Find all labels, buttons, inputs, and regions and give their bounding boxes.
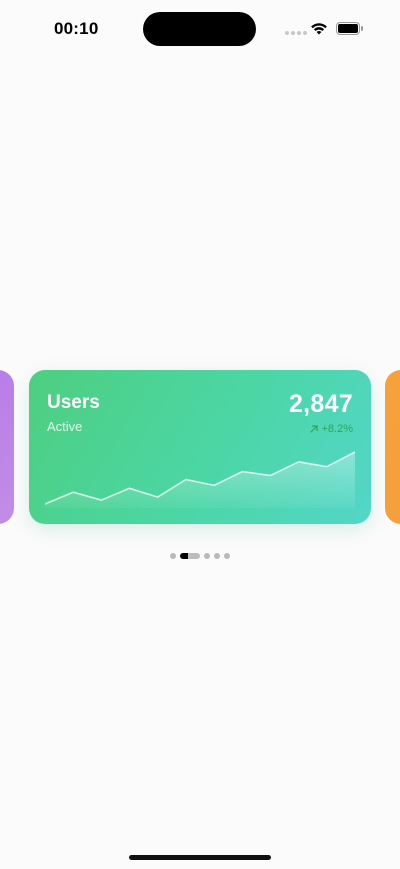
previous-card[interactable]	[0, 370, 14, 524]
wifi-icon	[311, 23, 327, 35]
page-dot[interactable]	[224, 553, 230, 559]
next-card[interactable]	[385, 370, 400, 524]
card-value: 2,847	[288, 390, 353, 418]
screen: 00:10 Users Active 2,847 +8.2%	[0, 0, 400, 869]
home-indicator[interactable]	[129, 855, 271, 860]
change-value: +8.2%	[321, 423, 354, 435]
arrow-up-right-icon	[309, 425, 318, 433]
cellular-icon	[285, 31, 307, 35]
page-indicator[interactable]	[0, 553, 400, 559]
status-bar: 00:10	[0, 0, 400, 54]
users-card[interactable]: Users Active 2,847 +8.2%	[29, 370, 371, 524]
sparkline-area	[45, 452, 355, 508]
page-dot[interactable]	[214, 553, 220, 559]
page-dot[interactable]	[170, 553, 176, 559]
page-dot[interactable]	[204, 553, 210, 559]
change-indicator: +8.2%	[309, 423, 354, 435]
card-title: Users	[47, 392, 100, 413]
battery-icon	[336, 22, 363, 35]
sparkline-chart	[45, 451, 355, 508]
card-subtitle: Active	[47, 419, 83, 434]
status-time: 00:10	[54, 19, 99, 38]
page-dot-active[interactable]	[180, 553, 200, 559]
dynamic-island	[143, 12, 256, 46]
card-carousel[interactable]: Users Active 2,847 +8.2%	[0, 370, 400, 524]
